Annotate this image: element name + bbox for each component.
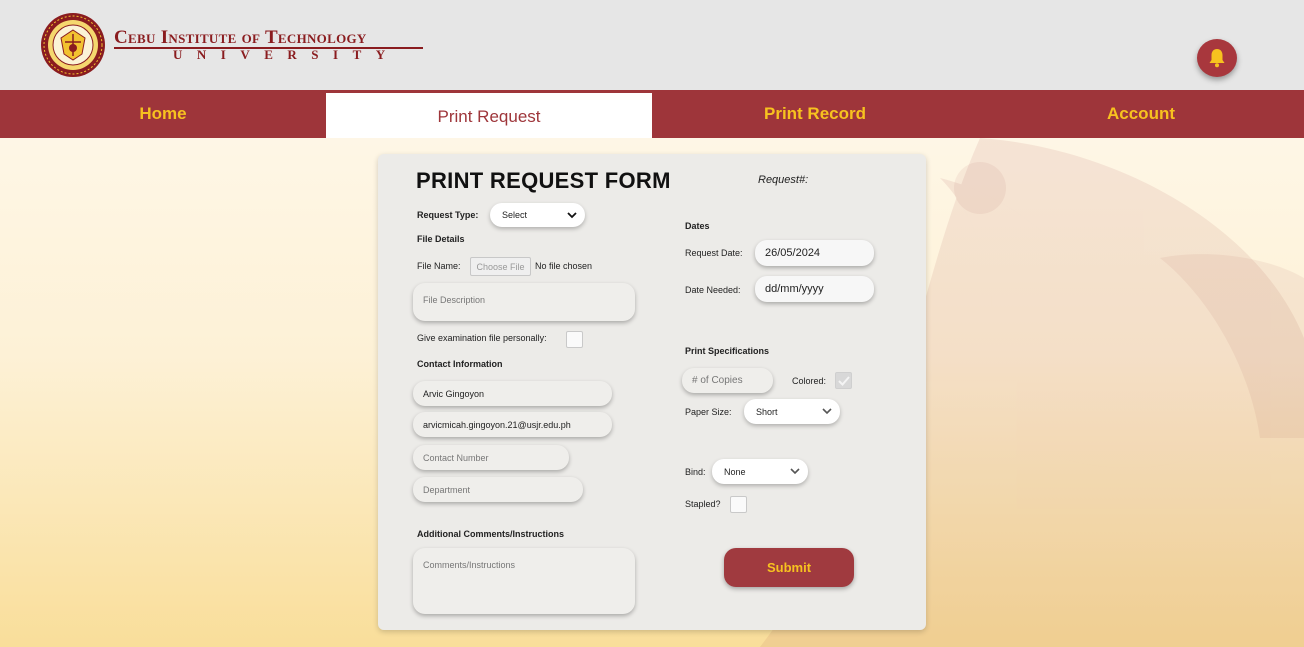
print-specs-heading: Print Specifications: [685, 346, 770, 356]
bind-select[interactable]: None: [712, 459, 808, 484]
contact-number-field[interactable]: Contact Number: [413, 445, 569, 470]
date-needed-field[interactable]: dd/mm/yyyy: [755, 276, 874, 302]
bind-label: Bind:: [685, 467, 706, 477]
copies-field[interactable]: # of Copies: [682, 368, 773, 393]
email-field[interactable]: arvicmicah.gingoyon.21@usjr.edu.ph: [413, 412, 612, 437]
print-request-form: PRINT REQUEST FORM Request#: Request Typ…: [378, 154, 926, 630]
no-file-chosen-text: No file chosen: [535, 261, 593, 271]
brand-name-line1: Cebu Institute of Technology: [114, 27, 367, 48]
main-nav: Home Print Request Print Record Account: [0, 90, 1304, 138]
top-header: Cebu Institute of Technology UNIVERSITY: [0, 0, 1304, 90]
nav-home[interactable]: Home: [0, 90, 326, 138]
chevron-down-icon: [822, 408, 832, 415]
choose-file-button[interactable]: Choose File: [470, 257, 531, 276]
university-seal-logo: [41, 13, 105, 77]
chevron-down-icon: [790, 468, 800, 475]
chevron-down-icon: [567, 211, 577, 218]
request-type-select[interactable]: Select: [490, 203, 585, 227]
contact-info-heading: Contact Information: [417, 359, 503, 369]
request-date-label: Request Date:: [685, 248, 743, 258]
request-type-value: Select: [502, 210, 528, 220]
give-personally-checkbox[interactable]: [566, 331, 583, 348]
request-number-label: Request#:: [758, 174, 809, 186]
colored-checkbox[interactable]: [835, 372, 852, 389]
bind-value: None: [724, 466, 746, 477]
notification-button[interactable]: [1197, 39, 1237, 77]
paper-size-select[interactable]: Short: [744, 399, 840, 424]
check-icon: [837, 375, 850, 386]
bell-icon: [1209, 49, 1225, 68]
date-needed-label: Date Needed:: [685, 285, 741, 295]
submit-button[interactable]: Submit: [724, 548, 854, 587]
paper-size-value: Short: [756, 406, 778, 417]
stapled-checkbox[interactable]: [730, 496, 747, 513]
comments-field[interactable]: Comments/Instructions: [413, 548, 635, 614]
stapled-label: Stapled?: [685, 499, 721, 509]
file-name-label: File Name:: [417, 261, 461, 271]
request-date-field[interactable]: 26/05/2024: [755, 240, 874, 266]
name-field[interactable]: Arvic Gingoyon: [413, 381, 612, 406]
comments-heading: Additional Comments/Instructions: [417, 529, 565, 539]
colored-label: Colored:: [792, 376, 827, 386]
nav-account[interactable]: Account: [978, 90, 1304, 138]
form-title: PRINT REQUEST FORM: [416, 168, 671, 193]
nav-print-record[interactable]: Print Record: [652, 90, 978, 138]
give-personally-label: Give examination file personally:: [417, 333, 547, 343]
request-type-label: Request Type:: [417, 210, 479, 220]
file-description-field[interactable]: File Description: [413, 283, 635, 321]
file-details-heading: File Details: [417, 234, 465, 244]
dates-heading: Dates: [685, 221, 710, 231]
nav-print-request[interactable]: Print Request: [326, 90, 652, 138]
paper-size-label: Paper Size:: [685, 407, 732, 417]
brand-name-line2: UNIVERSITY: [173, 47, 400, 62]
department-field[interactable]: Department: [413, 477, 583, 502]
